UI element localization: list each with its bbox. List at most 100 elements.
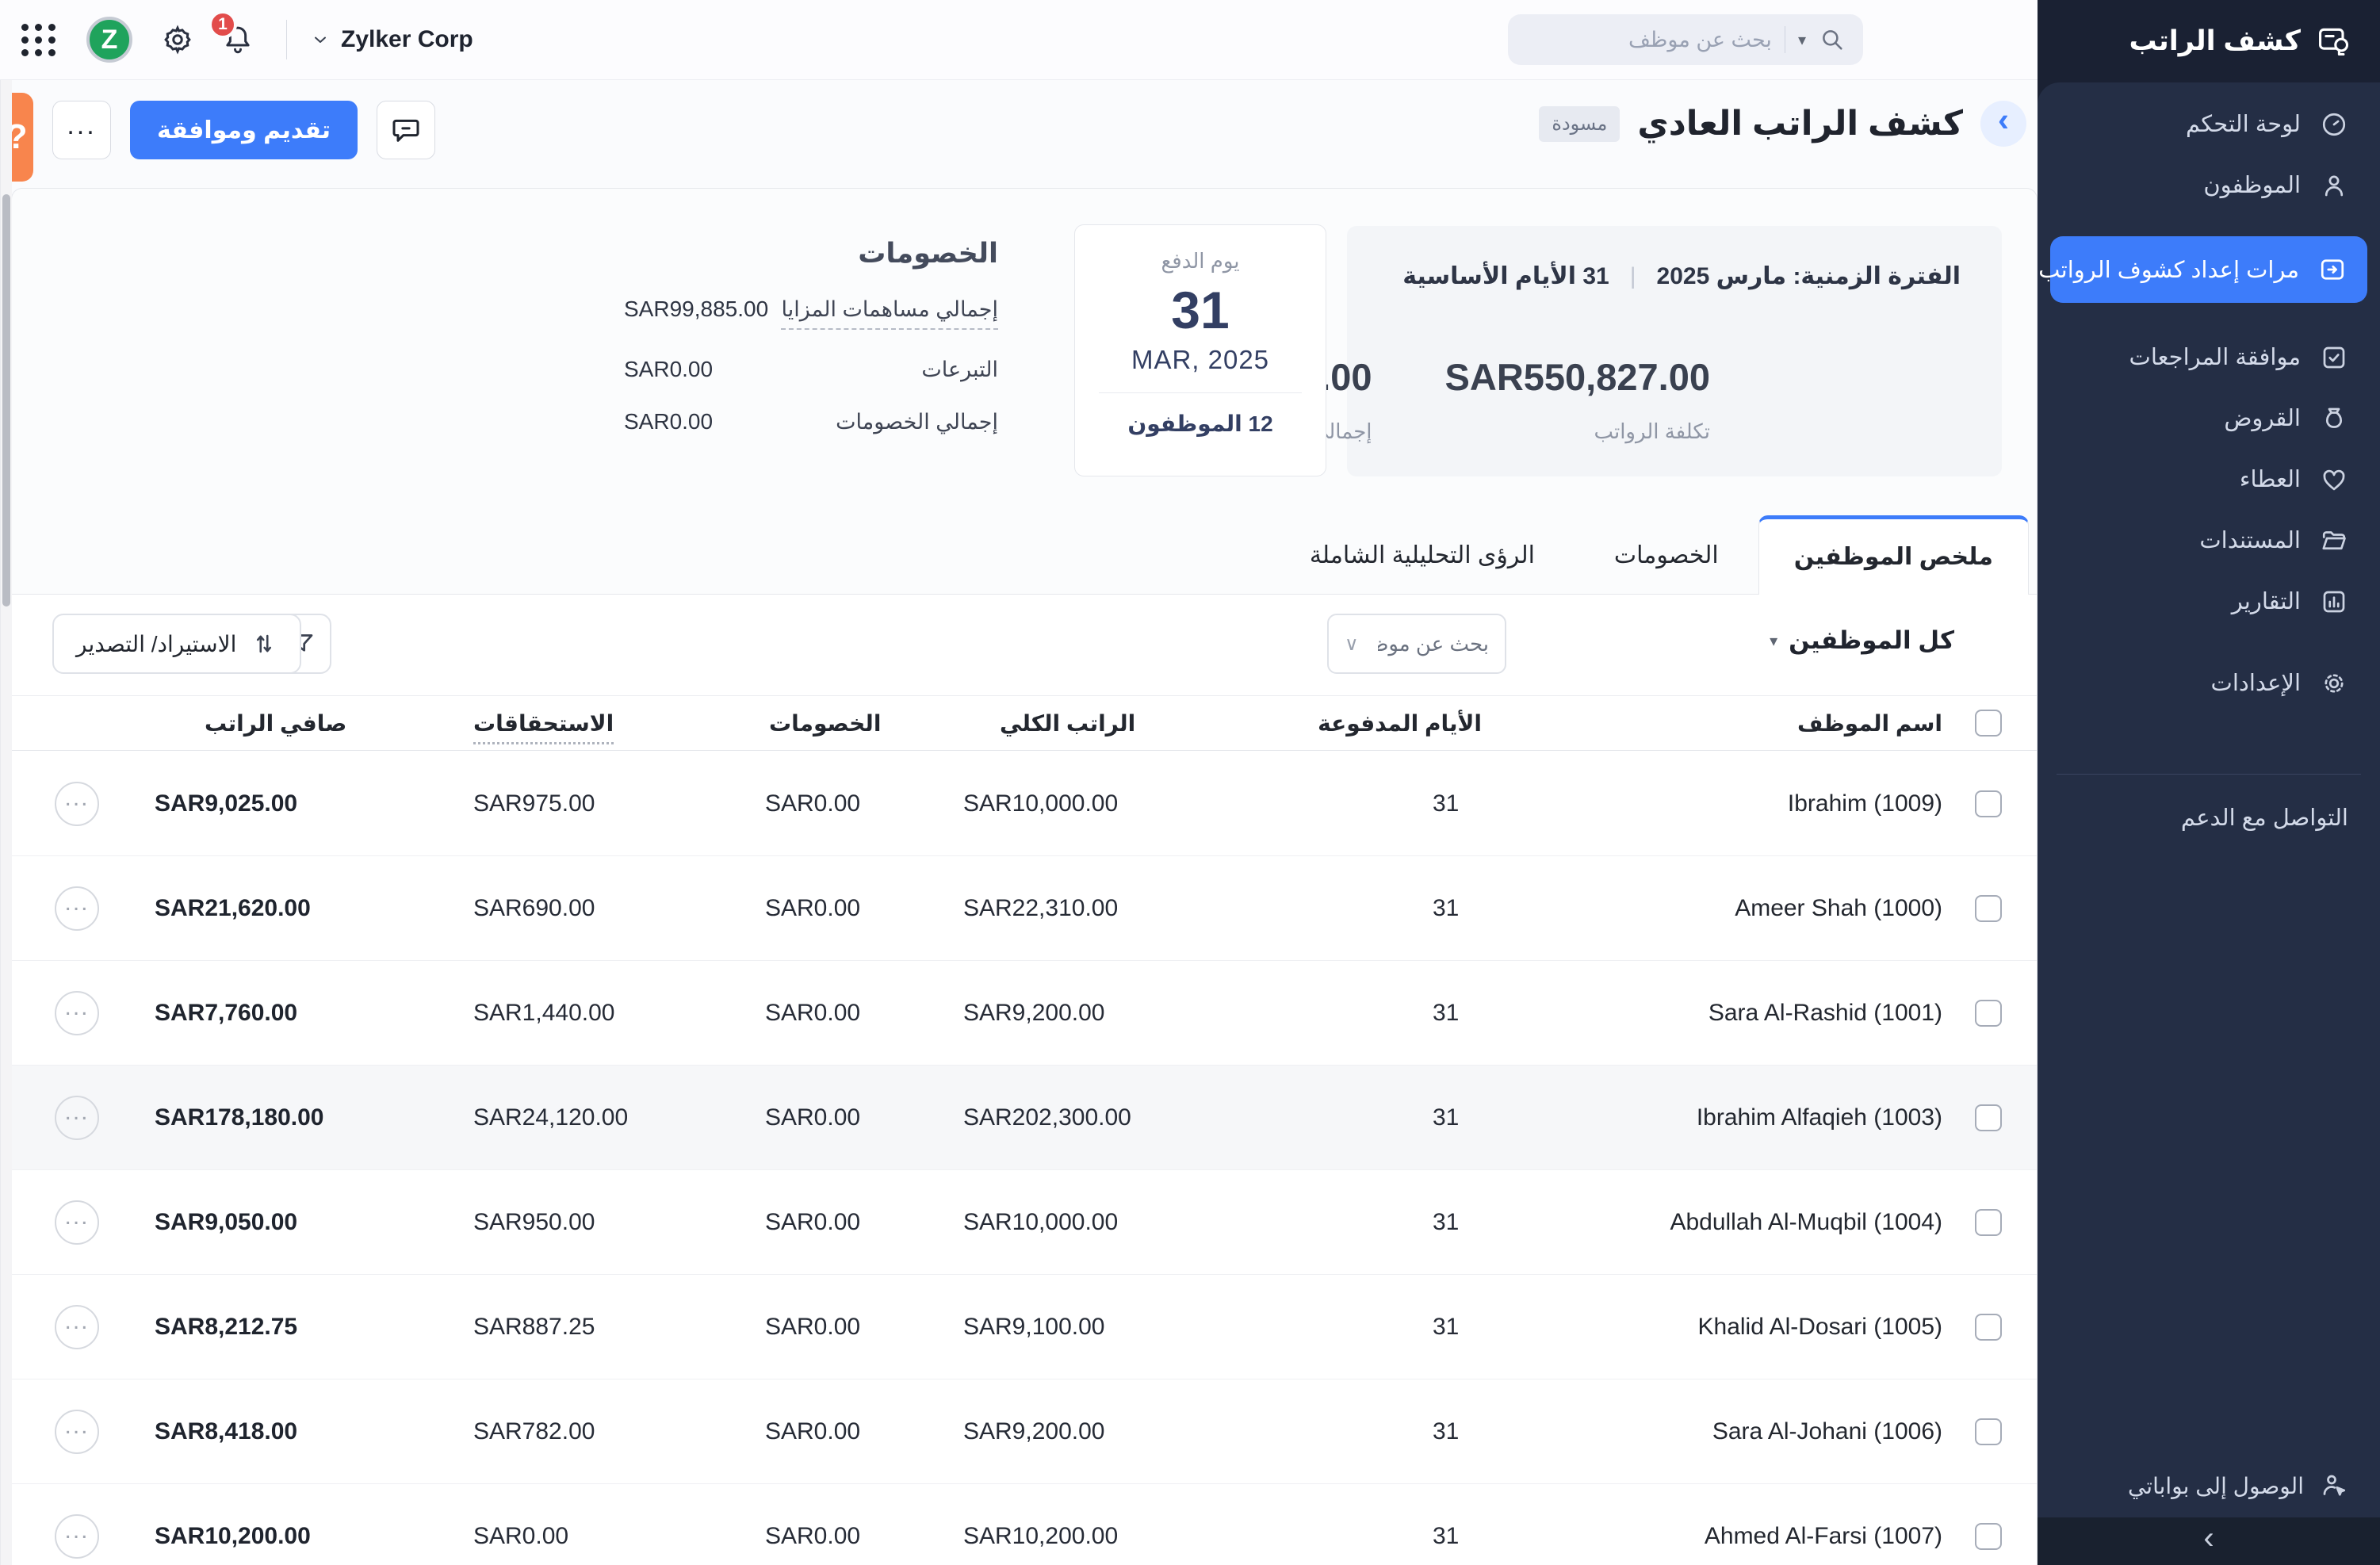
table-search-input[interactable] [1378, 632, 1489, 656]
comments-button[interactable] [377, 101, 435, 159]
row-checkbox[interactable] [1975, 1000, 2002, 1027]
table-row: Abdullah Al-Muqbil (1004) 31 SAR10,000.0… [12, 1170, 2037, 1275]
dashboard-icon [2320, 110, 2348, 139]
sidebar-item-approvals[interactable]: موافقة المراجعات [2038, 327, 2380, 388]
employee-name[interactable]: Ibrahim (1009) [1529, 790, 1961, 817]
employee-name[interactable]: Sara Al-Johani (1006) [1529, 1418, 1961, 1445]
table-row: Sara Al-Rashid (1001) 31 SAR9,200.00 SAR… [12, 961, 2037, 1066]
approvals-icon [2320, 343, 2348, 372]
search-input[interactable] [1525, 28, 1772, 52]
employee-name[interactable]: Khalid Al-Dosari (1005) [1529, 1314, 1961, 1341]
table-row-highlighted: Ibrahim Alfaqieh (1003) 31 SAR202,300.00… [12, 1066, 2037, 1170]
employee-search-bar[interactable]: ▾ [1508, 14, 1863, 65]
sidebar-item-giving[interactable]: العطاء [2038, 449, 2380, 510]
tab-overall-insights[interactable]: الرؤى التحليلية الشاملة [1270, 515, 1575, 595]
apps-grid-icon[interactable] [21, 24, 56, 56]
sidebar-item-reports[interactable]: التقارير [2038, 571, 2380, 632]
portal-access-link[interactable]: الوصول إلى بواباتي [2038, 1456, 2380, 1516]
table-row: Sara Al-Johani (1006) 31 SAR9,200.00 SAR… [12, 1379, 2037, 1484]
employee-name[interactable]: Abdullah Al-Muqbil (1004) [1529, 1209, 1961, 1236]
sidebar-item-dashboard[interactable]: لوحة التحكم [2038, 94, 2380, 155]
row-actions-button[interactable]: ... [55, 782, 99, 826]
row-checkbox[interactable] [1975, 895, 2002, 922]
vertical-scrollbar[interactable] [0, 80, 12, 1565]
row-checkbox[interactable] [1975, 1523, 2002, 1550]
period-summary-card: الفترة الزمنية: مارس 2025 | 31 الأيام ال… [1347, 226, 2002, 476]
chevron-down-icon [311, 30, 330, 49]
col-benefits: الاستحقاقات [462, 710, 754, 737]
row-actions-button[interactable]: ... [55, 886, 99, 931]
app-header: كشف الراتب [2038, 0, 2380, 82]
row-actions-button[interactable]: ... [55, 1410, 99, 1454]
col-deductions[interactable]: الخصومات [754, 710, 952, 737]
row-actions-button[interactable]: ... [55, 1096, 99, 1140]
topbar-divider [286, 20, 287, 59]
tab-deductions[interactable]: الخصومات [1575, 515, 1758, 595]
period-label: الفترة الزمنية: مارس 2025 [1657, 262, 1961, 290]
gear-icon[interactable] [161, 23, 194, 56]
sidebar: كشف الراتب لوحة التحكم الموظفون مرات إعد… [2038, 0, 2380, 1565]
org-logo[interactable]: Z [86, 17, 132, 63]
row-actions-button[interactable]: ... [55, 1514, 99, 1559]
col-gross-pay[interactable]: الراتب الكلي [952, 710, 1421, 737]
notifications-bell-icon[interactable]: 1 [221, 23, 254, 56]
col-paid-days[interactable]: الأيام المدفوعة [1421, 710, 1529, 737]
documents-folder-icon [2320, 526, 2348, 555]
sidebar-item-settings[interactable]: الإعدادات [2038, 652, 2380, 714]
import-export-button[interactable]: الاستيراد/ التصدير [52, 614, 301, 674]
table-row: Khalid Al-Dosari (1005) 31 SAR9,100.00 S… [12, 1275, 2037, 1379]
deduction-row: إجمالي مساهمات المزايا SAR99,885.00 [624, 297, 998, 330]
sidebar-item-documents[interactable]: المستندات [2038, 510, 2380, 571]
sidebar-collapse-button[interactable]: › [2038, 1517, 2380, 1565]
scrollbar-thumb[interactable] [2, 194, 10, 606]
deduction-row: التبرعات SAR0.00 [624, 357, 998, 382]
row-checkbox[interactable] [1975, 1104, 2002, 1131]
employee-name[interactable]: Ameer Shah (1000) [1529, 895, 1961, 922]
notification-count-badge: 1 [209, 10, 237, 39]
submit-approve-button[interactable]: تقديم وموافقة [130, 101, 358, 159]
search-scope-caret-icon[interactable]: ▾ [1798, 30, 1806, 50]
row-checkbox[interactable] [1975, 790, 2002, 817]
payrun-content-card: الفترة الزمنية: مارس 2025 | 31 الأيام ال… [11, 188, 2038, 1565]
table-row: Ibrahim (1009) 31 SAR10,000.00 SAR0.00 S… [12, 752, 2037, 856]
row-checkbox[interactable] [1975, 1314, 2002, 1341]
page-header: › كشف الراتب العادي مسودة ... تقديم وموا… [0, 80, 2038, 188]
row-actions-button[interactable]: ... [55, 1200, 99, 1245]
col-employee-name[interactable]: اسم الموظف [1529, 710, 1961, 737]
table-search-box[interactable]: ∨ [1327, 614, 1506, 674]
portal-user-icon [2320, 1471, 2348, 1500]
page-title: كشف الراتب العادي [1637, 104, 1963, 143]
payday-label: يوم الدفع [1075, 249, 1326, 274]
employee-name[interactable]: Sara Al-Rashid (1001) [1529, 1000, 1961, 1027]
chevron-down-icon: ▾ [1770, 631, 1777, 651]
row-checkbox[interactable] [1975, 1209, 2002, 1236]
row-actions-button[interactable]: ... [55, 991, 99, 1035]
sidebar-item-loans[interactable]: القروض [2038, 388, 2380, 449]
row-actions-button[interactable]: ... [55, 1305, 99, 1349]
org-switcher[interactable]: Zylker Corp [311, 26, 473, 53]
table-body: Ibrahim (1009) 31 SAR10,000.00 SAR0.00 S… [12, 752, 2037, 1565]
employee-filter-dropdown[interactable]: كل الموظفين ▾ [1770, 626, 1954, 655]
contact-support-link[interactable]: التواصل مع الدعم [2038, 787, 2380, 848]
select-all-checkbox[interactable] [1975, 710, 2002, 737]
search-icon [1819, 26, 1846, 53]
tab-employee-summary[interactable]: ملخص الموظفين [1758, 515, 2029, 595]
deductions-summary: الخصومات إجمالي مساهمات المزايا SAR99,88… [624, 238, 998, 434]
back-button[interactable]: › [1980, 101, 2026, 147]
row-checkbox[interactable] [1975, 1418, 2002, 1445]
col-net-pay[interactable]: صافي الراتب [143, 710, 462, 737]
chevron-right-icon: › [2203, 1521, 2214, 1556]
employee-name[interactable]: Ibrahim Alfaqieh (1003) [1529, 1104, 1961, 1131]
topbar: Z 1 Zylker Corp ▾ [0, 0, 2038, 80]
sidebar-item-pay-runs[interactable]: مرات إعداد كشوف الرواتب [2050, 236, 2367, 303]
sidebar-divider [2057, 774, 2361, 775]
tab-bar: ملخص الموظفين الخصومات الرؤى التحليلية ا… [1270, 515, 2029, 595]
table-header-row: اسم الموظف الأيام المدفوعة الراتب الكلي … [12, 695, 2037, 751]
payday-employee-count: 12 الموظفون [1075, 411, 1326, 437]
sidebar-item-employees[interactable]: الموظفون [2038, 155, 2380, 216]
payday-card: يوم الدفع 31 MAR, 2025 12 الموظفون [1074, 224, 1326, 476]
pay-runs-icon [2318, 255, 2347, 284]
more-actions-button[interactable]: ... [52, 101, 111, 159]
table-row: Ameer Shah (1000) 31 SAR22,310.00 SAR0.0… [12, 856, 2037, 961]
employee-name[interactable]: Ahmed Al-Farsi (1007) [1529, 1523, 1961, 1550]
